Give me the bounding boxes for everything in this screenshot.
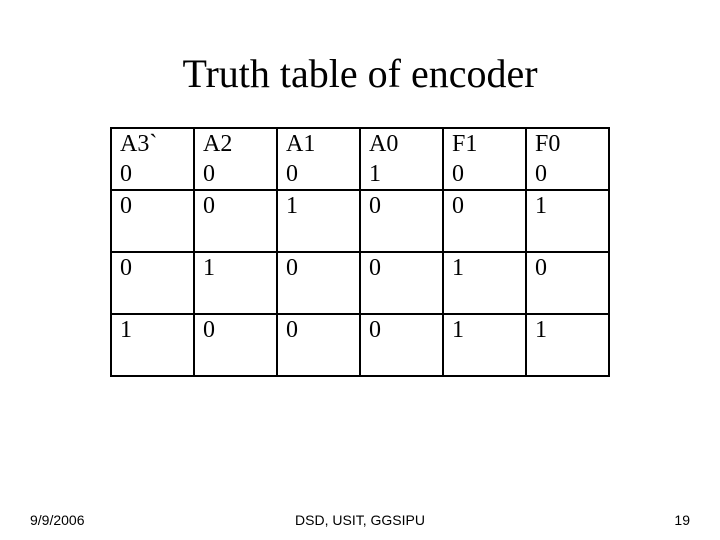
table-cell: 1 [526,190,609,252]
table-cell: 1 [443,252,526,314]
table-header-row: A3` 0 A2 0 A1 0 A0 1 F1 0 [111,128,609,190]
table-cell: 0 [194,314,277,376]
header-cell-a0: A0 1 [360,128,443,190]
truth-table-container: A3` 0 A2 0 A1 0 A0 1 F1 0 [0,127,720,377]
table-cell: 0 [277,252,360,314]
table-cell: 0 [360,252,443,314]
header-cell-a1: A1 0 [277,128,360,190]
header-cell-a2: A2 0 [194,128,277,190]
slide-title: Truth table of encoder [0,0,720,127]
header-label: F1 [452,129,517,159]
header-label: A0 [369,129,434,159]
table-cell: 1 [443,314,526,376]
header-value: 0 [452,159,517,189]
header-label: A3` [120,129,185,159]
header-cell-f0: F0 0 [526,128,609,190]
table-cell: 0 [360,190,443,252]
header-value: 0 [286,159,351,189]
table-row: 1 0 0 0 1 1 [111,314,609,376]
truth-table: A3` 0 A2 0 A1 0 A0 1 F1 0 [110,127,610,377]
footer-center: DSD, USIT, GGSIPU [0,512,720,528]
table-cell: 0 [111,190,194,252]
header-cell-f1: F1 0 [443,128,526,190]
table-cell: 0 [526,252,609,314]
table-cell: 0 [277,314,360,376]
header-value: 0 [203,159,268,189]
table-cell: 1 [194,252,277,314]
table-cell: 1 [277,190,360,252]
slide: Truth table of encoder A3` 0 A2 0 A1 0 A… [0,0,720,540]
header-value: 0 [120,159,185,189]
header-value: 0 [535,159,600,189]
table-cell: 0 [111,252,194,314]
table-cell: 1 [111,314,194,376]
table-cell: 0 [443,190,526,252]
footer-page-number: 19 [674,512,690,528]
header-label: F0 [535,129,600,159]
header-cell-a3: A3` 0 [111,128,194,190]
header-label: A1 [286,129,351,159]
header-value: 1 [369,159,434,189]
table-cell: 0 [360,314,443,376]
table-row: 0 1 0 0 1 0 [111,252,609,314]
table-cell: 0 [194,190,277,252]
header-label: A2 [203,129,268,159]
table-cell: 1 [526,314,609,376]
table-row: 0 0 1 0 0 1 [111,190,609,252]
